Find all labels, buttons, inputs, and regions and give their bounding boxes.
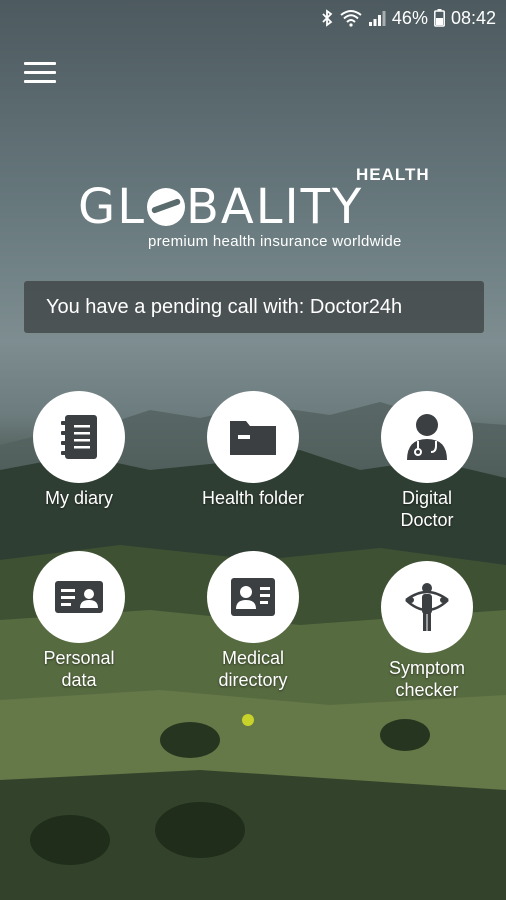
tile-label-2: Doctor xyxy=(400,510,454,530)
tile-symptom-checker[interactable]: Symptom checker xyxy=(352,561,502,701)
hamburger-menu-icon[interactable] xyxy=(24,62,56,86)
pending-call-text: You have a pending call with: Doctor24h xyxy=(46,295,403,318)
logo-tagline: premium health insurance worldwide xyxy=(148,233,402,250)
tile-label-2: checker xyxy=(395,680,459,700)
doctor-icon xyxy=(381,391,473,483)
tile-personal-data[interactable]: Personal data xyxy=(4,551,154,691)
symptom-checker-icon xyxy=(381,561,473,653)
tile-label: My diary xyxy=(44,488,113,508)
id-card-icon xyxy=(33,551,125,643)
folder-icon xyxy=(207,391,299,483)
logo-wordmark: GL BALITY xyxy=(78,179,363,235)
logo-health-text: HEALTH xyxy=(356,165,430,184)
tile-my-diary[interactable]: My diary xyxy=(4,391,154,509)
clock: 08:42 xyxy=(450,7,496,28)
status-bar: 46% 08:42 xyxy=(0,0,506,36)
globe-icon xyxy=(146,188,185,226)
page-indicator-dot xyxy=(242,714,254,726)
wifi-icon xyxy=(340,9,362,27)
tile-medical-directory[interactable]: Medical directory xyxy=(178,551,328,691)
battery-percent: 46% xyxy=(391,7,428,28)
bluetooth-icon xyxy=(320,9,334,27)
tile-label: Health folder xyxy=(201,488,305,508)
signal-icon xyxy=(368,9,386,27)
tile-label: Medical xyxy=(221,648,285,668)
medical-directory-icon xyxy=(207,551,299,643)
battery-icon xyxy=(434,9,445,27)
pending-call-banner[interactable]: You have a pending call with: Doctor24h xyxy=(24,281,484,333)
tile-label: Symptom xyxy=(388,658,466,678)
tile-label: Digital xyxy=(401,488,453,508)
diary-icon xyxy=(33,391,125,483)
tile-health-folder[interactable]: Health folder xyxy=(178,391,328,509)
tile-digital-doctor[interactable]: Digital Doctor xyxy=(352,391,502,531)
tile-label-2: data xyxy=(61,670,97,690)
tile-label: Personal xyxy=(43,648,115,668)
globality-logo: HEALTH GL BALITY premium health insuranc… xyxy=(78,165,438,255)
logo-text-start: GL xyxy=(78,179,146,235)
logo-text-end: BALITY xyxy=(185,179,364,235)
tile-label-2: directory xyxy=(218,670,288,690)
